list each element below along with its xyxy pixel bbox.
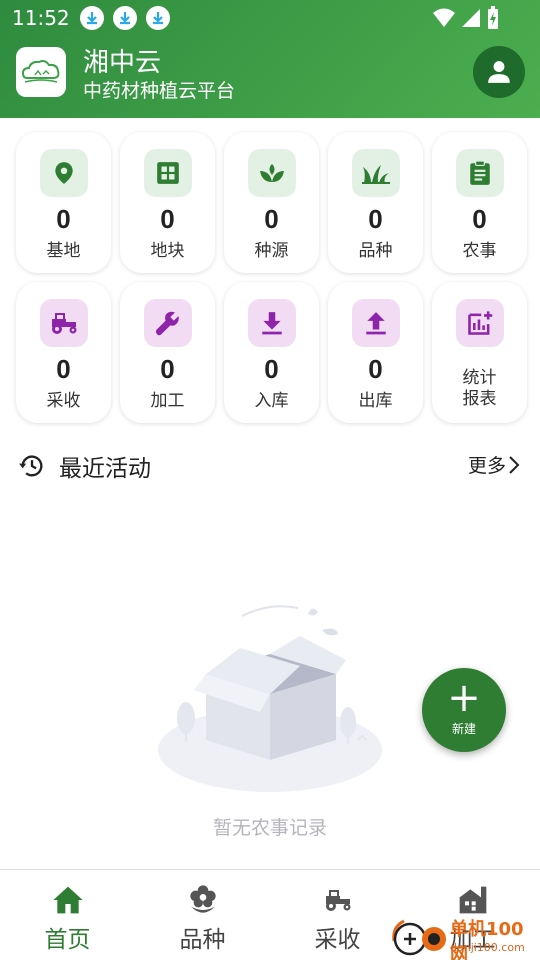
more-label: 更多 — [467, 455, 506, 477]
stat-count: 0 — [56, 354, 71, 384]
stat-label: 农事 — [462, 241, 497, 261]
clipboard-icon — [470, 160, 490, 185]
stat-label: 地块 — [150, 241, 185, 261]
watermark-logo — [392, 919, 446, 956]
plus-icon: + — [447, 675, 481, 721]
wrench-icon — [155, 311, 179, 336]
stat-label: 统计 报表 — [432, 368, 527, 410]
stat-count: 0 — [368, 354, 383, 384]
stat-label: 采收 — [46, 391, 81, 411]
stat-card-variety[interactable]: 0 品种 — [328, 132, 423, 273]
upload-icon — [366, 312, 386, 335]
grass-icon — [362, 165, 390, 184]
nav-item-variety[interactable]: 品种 — [135, 870, 270, 960]
stat-card-base[interactable]: 0 基地 — [16, 132, 111, 273]
stat-card-farming[interactable]: 0 农事 — [432, 132, 527, 273]
stat-label-line1: 统计 — [462, 368, 497, 388]
profile-button[interactable] — [473, 46, 525, 98]
sprout-icon — [260, 164, 284, 182]
stat-count: 0 — [264, 354, 279, 384]
watermark: 单机100网 danji100.com — [390, 915, 540, 960]
tractor-icon — [325, 890, 350, 911]
wifi-icon — [433, 8, 455, 27]
stat-count: 0 — [160, 204, 175, 234]
chevron-right-icon — [509, 455, 520, 474]
tractor-icon — [52, 313, 77, 334]
stat-label: 种源 — [254, 241, 289, 261]
history-icon — [19, 455, 43, 477]
nav-item-home[interactable]: 首页 — [0, 870, 135, 960]
stat-count: 0 — [56, 204, 71, 234]
nav-label: 品种 — [179, 927, 226, 953]
stat-card-seed[interactable]: 0 种源 — [224, 132, 319, 273]
recent-activity-header: 最近活动 更多 — [16, 447, 526, 483]
more-link[interactable]: 更多 — [468, 451, 522, 478]
app-subtitle: 中药材种植云平台 — [83, 80, 236, 102]
stat-label-line2: 报表 — [462, 389, 497, 409]
stat-card-plot[interactable]: 0 地块 — [120, 132, 215, 273]
stat-label: 加工 — [150, 391, 185, 411]
section-title: 最近活动 — [59, 456, 151, 482]
stat-label: 基地 — [46, 241, 81, 261]
stat-count: 0 — [472, 204, 487, 234]
home-icon — [52, 886, 83, 914]
app-title: 湘中云 — [83, 48, 162, 78]
app-header: 11:52 湘中云 中药材种植云平台 — [0, 0, 540, 118]
location-pin-icon — [55, 162, 73, 184]
status-time: 11:52 — [12, 6, 70, 30]
download-icon — [112, 6, 137, 30]
stat-card-process[interactable]: 0 加工 — [120, 282, 215, 423]
grid-icon — [157, 162, 179, 184]
stat-card-report[interactable]: 统计 报表 — [432, 282, 527, 423]
signal-icon — [462, 9, 480, 27]
stat-count: 0 — [264, 204, 279, 234]
nav-label: 采收 — [314, 927, 361, 953]
status-bar: 11:52 — [0, 0, 540, 36]
download-icon — [262, 312, 282, 335]
stat-card-harvest[interactable]: 0 采收 — [16, 282, 111, 423]
battery-charging-icon — [488, 6, 498, 29]
new-record-button[interactable]: + 新建 — [422, 668, 506, 752]
stat-card-stock-out[interactable]: 0 出库 — [328, 282, 423, 423]
person-icon — [488, 61, 510, 83]
stat-card-stock-in[interactable]: 0 入库 — [224, 282, 319, 423]
download-icon — [79, 6, 104, 30]
nav-item-harvest[interactable]: 采收 — [270, 870, 405, 960]
stat-label: 入库 — [254, 391, 289, 411]
fab-label: 新建 — [451, 722, 476, 736]
empty-box-illustration — [150, 590, 390, 800]
nav-label: 首页 — [44, 927, 91, 953]
stat-label: 出库 — [358, 391, 393, 411]
empty-state-text: 暂无农事记录 — [212, 817, 327, 839]
flower-icon — [189, 885, 216, 913]
stat-count: 0 — [160, 354, 175, 384]
chart-add-icon — [468, 311, 493, 335]
stat-count: 0 — [368, 204, 383, 234]
app-logo — [16, 47, 66, 97]
factory-icon — [459, 886, 486, 914]
download-icon — [145, 6, 170, 30]
stat-label: 品种 — [358, 241, 393, 261]
watermark-sub: danji100.com — [450, 941, 525, 954]
